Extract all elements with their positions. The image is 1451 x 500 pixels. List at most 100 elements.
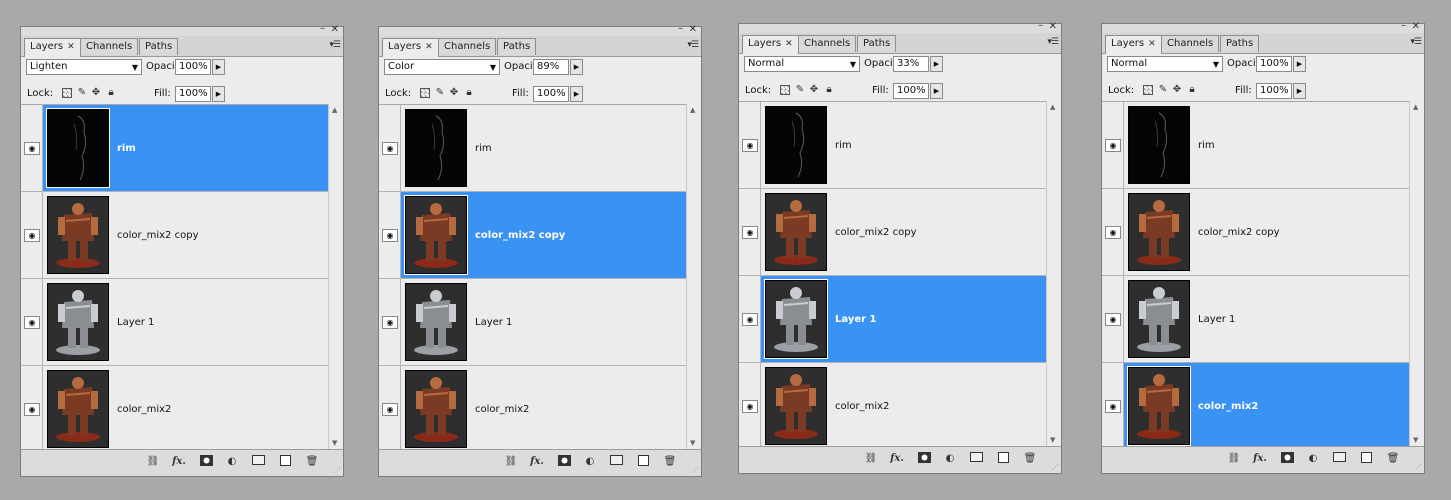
link-icon[interactable]: ⛓ xyxy=(503,455,519,469)
adjustment-icon[interactable]: ◐ xyxy=(224,455,240,469)
layer-thumbnail[interactable] xyxy=(1128,193,1190,271)
layer-thumbnail[interactable] xyxy=(1128,106,1190,184)
layer-thumbnail[interactable] xyxy=(47,370,109,448)
eye-icon[interactable]: ◉ xyxy=(1105,313,1121,326)
tab-channels[interactable]: Channels xyxy=(80,38,139,55)
opacity-input[interactable]: 89% xyxy=(533,59,569,75)
scroll-up-icon[interactable]: ▲ xyxy=(1050,103,1055,111)
tab-layers[interactable]: Layers ✕ xyxy=(742,35,799,54)
tab-close-icon[interactable]: ✕ xyxy=(1148,39,1156,49)
lock-all-icon[interactable]: 🔒︎ xyxy=(106,87,116,98)
mask-icon[interactable] xyxy=(916,452,932,466)
folder-icon[interactable] xyxy=(968,452,984,466)
panel-menu-icon[interactable]: ▾☰ xyxy=(1047,37,1059,47)
tab-channels[interactable]: Channels xyxy=(1161,35,1220,52)
lock-move-icon[interactable]: ✥ xyxy=(1172,84,1182,95)
adjustment-icon[interactable]: ◐ xyxy=(942,452,958,466)
layer-row[interactable]: ◉ rim xyxy=(739,102,1047,189)
layer-thumbnail[interactable] xyxy=(46,108,110,188)
opacity-slider-button[interactable]: ▶ xyxy=(212,59,225,75)
blend-mode-select[interactable]: Color ▼ xyxy=(384,59,500,75)
fill-slider-button[interactable]: ▶ xyxy=(570,86,583,102)
layer-thumbnail[interactable] xyxy=(765,193,827,271)
eye-icon[interactable]: ◉ xyxy=(1105,400,1121,413)
layer-thumbnail[interactable] xyxy=(405,283,467,361)
new-layer-icon[interactable] xyxy=(995,452,1011,466)
layer-row[interactable]: ◉ rim xyxy=(21,105,329,192)
visibility-toggle[interactable]: ◉ xyxy=(739,189,761,275)
opacity-input[interactable]: 33% xyxy=(893,56,929,72)
scroll-down-icon[interactable]: ▼ xyxy=(1413,436,1418,444)
layer-thumbnail[interactable] xyxy=(47,283,109,361)
opacity-input[interactable]: 100% xyxy=(1256,56,1292,72)
layer-row[interactable]: ◉ color_mix2 xyxy=(379,366,687,453)
tab-layers[interactable]: Layers ✕ xyxy=(1105,35,1162,54)
layer-row[interactable]: ◉ color_mix2 copy xyxy=(21,192,329,279)
tab-paths[interactable]: Paths xyxy=(497,38,537,55)
lock-all-icon[interactable]: 🔒︎ xyxy=(824,84,834,95)
visibility-toggle[interactable]: ◉ xyxy=(739,102,761,188)
lock-transparent-icon[interactable] xyxy=(62,88,72,98)
resize-grip-icon[interactable]: ⋰ xyxy=(1415,463,1422,471)
layer-row[interactable]: ◉ color_mix2 xyxy=(739,363,1047,450)
fill-slider-button[interactable]: ▶ xyxy=(212,86,225,102)
layers-scrollbar[interactable]: ▲ ▼ xyxy=(686,104,701,449)
minimize-icon[interactable]: – xyxy=(1038,20,1043,31)
layer-thumbnail[interactable] xyxy=(405,370,467,448)
visibility-toggle[interactable]: ◉ xyxy=(1102,189,1124,275)
layer-thumbnail[interactable] xyxy=(1127,366,1191,446)
layer-row[interactable]: ◉ Layer 1 xyxy=(1102,276,1410,363)
folder-icon[interactable] xyxy=(1331,452,1347,466)
visibility-toggle[interactable]: ◉ xyxy=(1102,276,1124,362)
layer-row[interactable]: ◉ color_mix2 copy xyxy=(379,192,687,279)
close-icon[interactable]: ✕ xyxy=(1049,21,1057,32)
new-layer-icon[interactable] xyxy=(1358,452,1374,466)
visibility-toggle[interactable]: ◉ xyxy=(739,276,761,362)
fill-input[interactable]: 100% xyxy=(533,86,569,102)
tab-layers[interactable]: Layers ✕ xyxy=(382,38,439,57)
lock-all-icon[interactable]: 🔒︎ xyxy=(1187,84,1197,95)
adjustment-icon[interactable]: ◐ xyxy=(1305,452,1321,466)
new-layer-icon[interactable] xyxy=(277,455,293,469)
layer-row[interactable]: ◉ color_mix2 xyxy=(21,366,329,453)
tab-close-icon[interactable]: ✕ xyxy=(425,42,433,52)
close-icon[interactable]: ✕ xyxy=(331,24,339,35)
eye-icon[interactable]: ◉ xyxy=(382,316,398,329)
minimize-icon[interactable]: – xyxy=(1401,20,1406,31)
visibility-toggle[interactable]: ◉ xyxy=(21,279,43,365)
lock-paint-icon[interactable]: ✎ xyxy=(1158,84,1168,95)
fill-slider-button[interactable]: ▶ xyxy=(1293,83,1306,99)
layer-row[interactable]: ◉ color_mix2 xyxy=(1102,363,1410,450)
lock-paint-icon[interactable]: ✎ xyxy=(795,84,805,95)
tab-channels[interactable]: Channels xyxy=(798,35,857,52)
scroll-up-icon[interactable]: ▲ xyxy=(1413,103,1418,111)
link-icon[interactable]: ⛓ xyxy=(863,452,879,466)
folder-icon[interactable] xyxy=(608,455,624,469)
panel-menu-icon[interactable]: ▾☰ xyxy=(1410,37,1422,47)
lock-move-icon[interactable]: ✥ xyxy=(809,84,819,95)
eye-icon[interactable]: ◉ xyxy=(24,403,40,416)
fill-slider-button[interactable]: ▶ xyxy=(930,83,943,99)
visibility-toggle[interactable]: ◉ xyxy=(21,366,43,452)
visibility-toggle[interactable]: ◉ xyxy=(1102,102,1124,188)
layer-thumbnail[interactable] xyxy=(1128,280,1190,358)
tab-paths[interactable]: Paths xyxy=(857,35,897,52)
eye-icon[interactable]: ◉ xyxy=(742,139,758,152)
eye-icon[interactable]: ◉ xyxy=(382,229,398,242)
fx-icon[interactable]: fx. xyxy=(889,452,905,466)
layer-row[interactable]: ◉ rim xyxy=(379,105,687,192)
opacity-slider-button[interactable]: ▶ xyxy=(930,56,943,72)
fill-input[interactable]: 100% xyxy=(1256,83,1292,99)
lock-transparent-icon[interactable] xyxy=(780,85,790,95)
eye-icon[interactable]: ◉ xyxy=(382,403,398,416)
trash-icon[interactable]: 🗑︎ xyxy=(1385,452,1401,466)
visibility-toggle[interactable]: ◉ xyxy=(21,105,43,191)
eye-icon[interactable]: ◉ xyxy=(24,229,40,242)
tab-layers[interactable]: Layers ✕ xyxy=(24,38,81,57)
resize-grip-icon[interactable]: ⋰ xyxy=(1052,463,1059,471)
eye-icon[interactable]: ◉ xyxy=(1105,139,1121,152)
link-icon[interactable]: ⛓ xyxy=(1226,452,1242,466)
minimize-icon[interactable]: – xyxy=(678,23,683,34)
mask-icon[interactable] xyxy=(198,455,214,469)
visibility-toggle[interactable]: ◉ xyxy=(379,105,401,191)
